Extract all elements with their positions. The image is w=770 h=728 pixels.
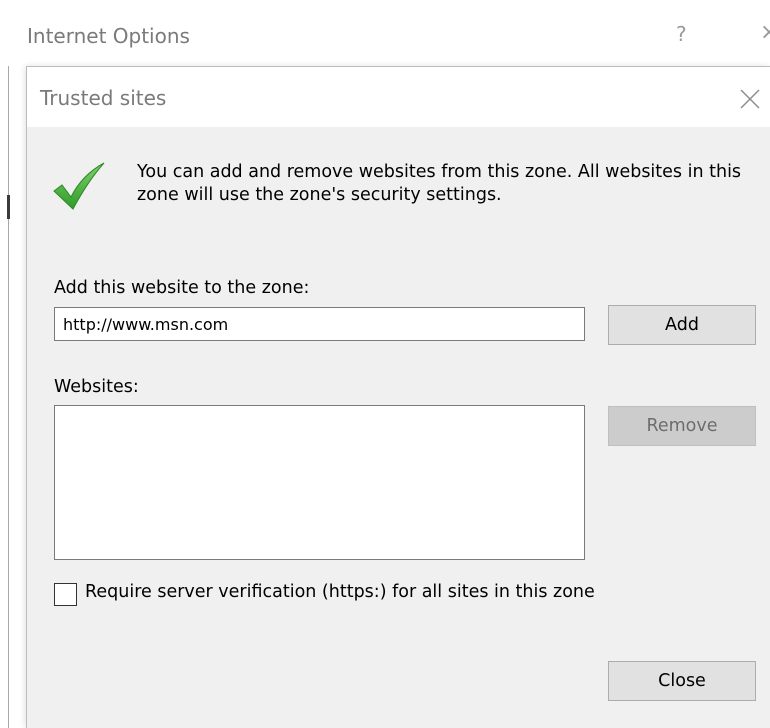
dialog-title: Trusted sites: [40, 86, 167, 110]
help-button[interactable]: ?: [676, 22, 687, 46]
trusted-sites-dialog: Trusted sites You can add and remove web…: [26, 66, 770, 728]
checkmark-icon: [52, 161, 106, 211]
parent-window-title: Internet Options: [27, 24, 190, 48]
parent-close-button[interactable]: ×: [760, 20, 770, 45]
parent-window-edge-mark: [7, 195, 10, 219]
parent-window-border: [8, 66, 9, 728]
add-website-label: Add this website to the zone:: [54, 278, 310, 298]
websites-list[interactable]: [54, 405, 585, 560]
intro-text: You can add and remove websites from thi…: [137, 162, 742, 205]
require-https-label[interactable]: Require server verification (https:) for…: [85, 582, 595, 602]
require-https-checkbox[interactable]: [54, 583, 77, 606]
close-icon[interactable]: [736, 85, 764, 113]
website-url-input[interactable]: [54, 307, 585, 341]
close-button[interactable]: Close: [608, 661, 756, 701]
remove-button[interactable]: Remove: [608, 406, 756, 446]
dialog-titlebar: Trusted sites: [27, 67, 770, 127]
websites-label: Websites:: [54, 377, 139, 397]
add-button[interactable]: Add: [608, 305, 756, 345]
